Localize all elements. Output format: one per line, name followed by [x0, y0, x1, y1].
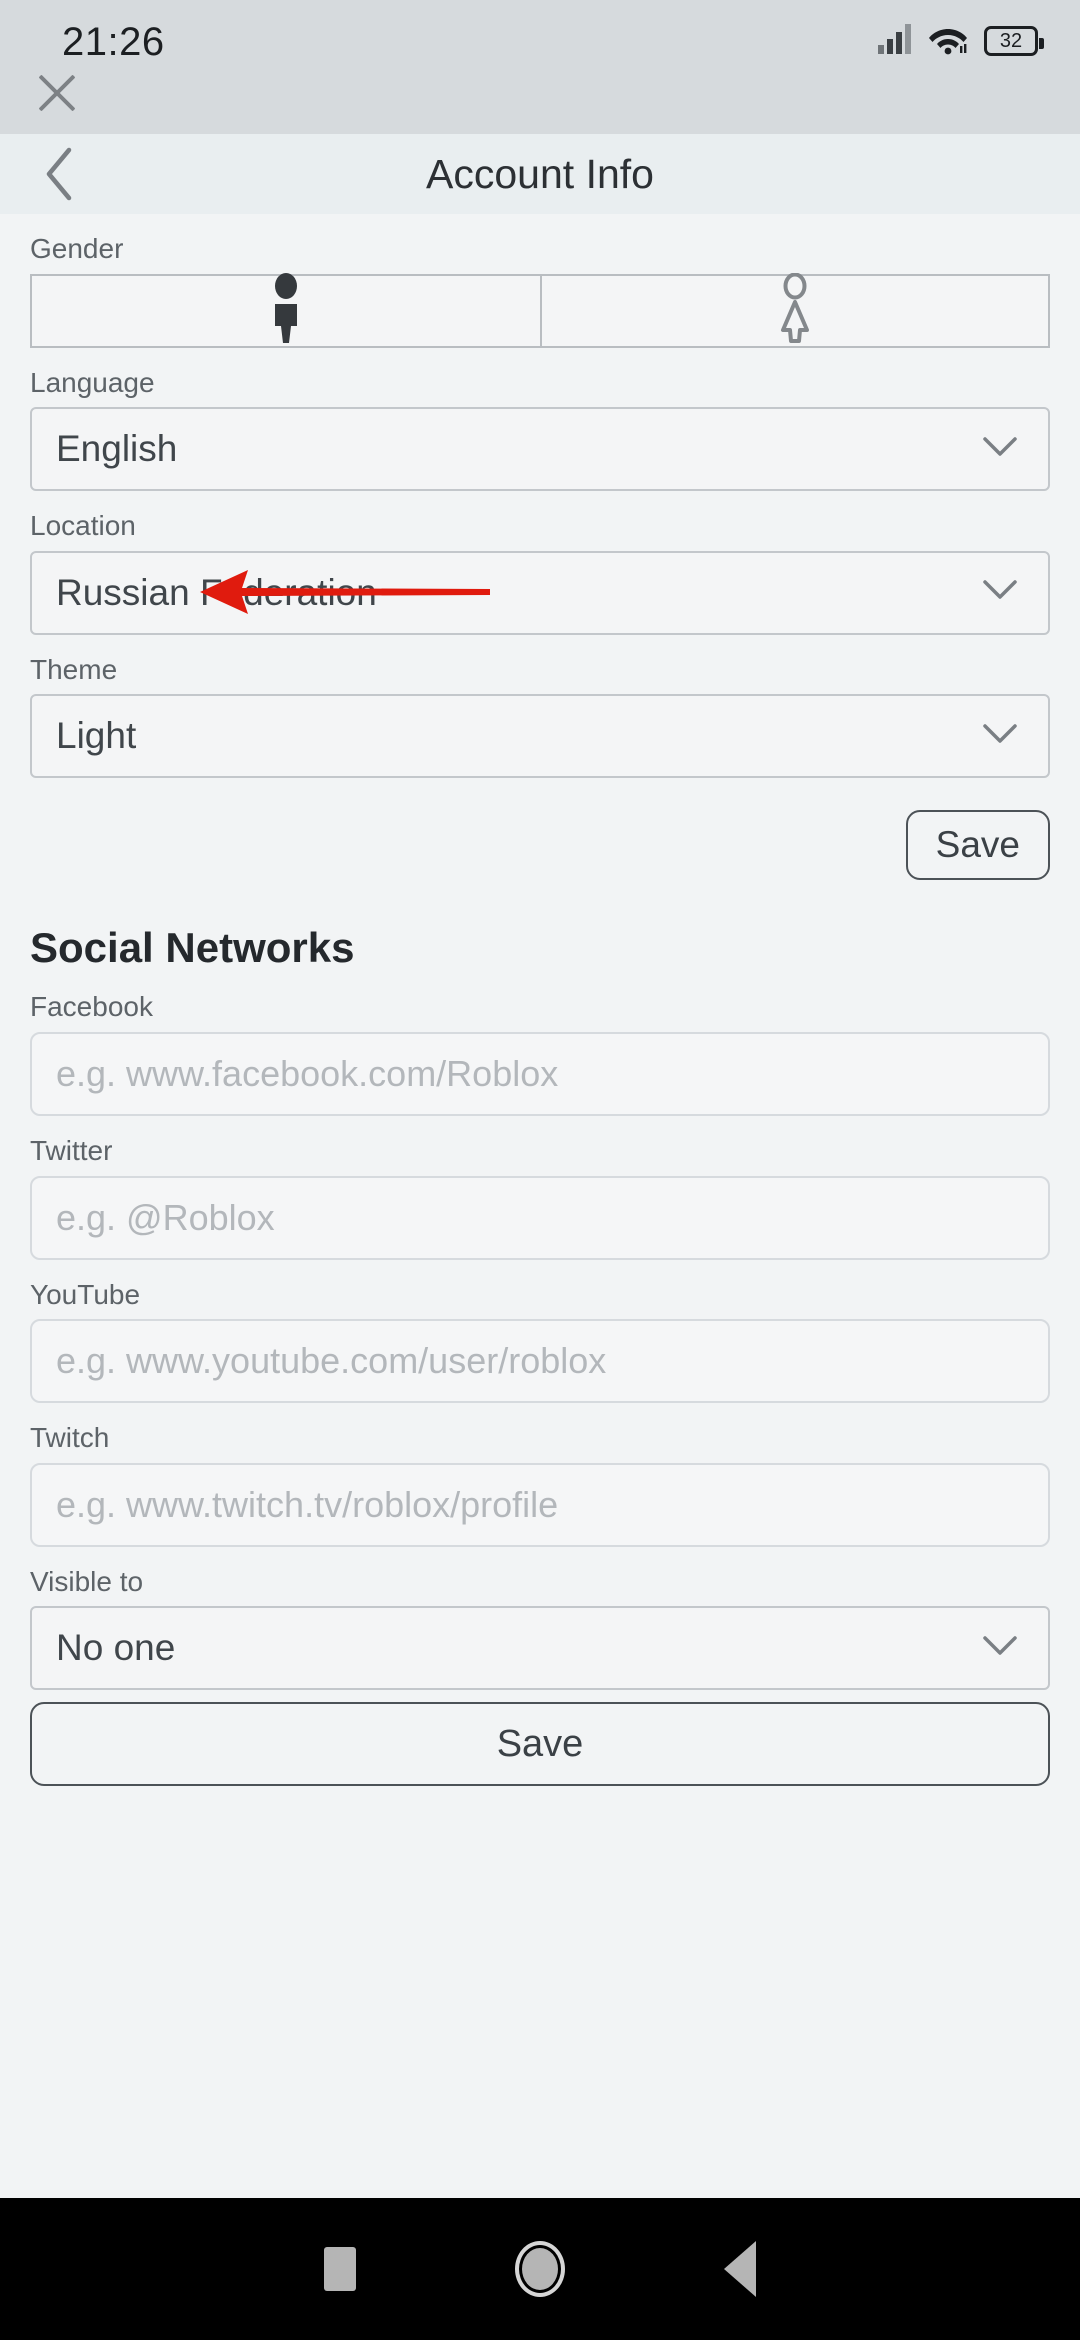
facebook-placeholder: e.g. www.facebook.com/Roblox	[56, 1052, 559, 1094]
twitch-placeholder: e.g. www.twitch.tv/roblox/profile	[56, 1483, 559, 1525]
gender-label: Gender	[30, 233, 124, 264]
battery-level-text: 32	[999, 30, 1023, 52]
facebook-input[interactable]: e.g. www.facebook.com/Roblox	[30, 1031, 1050, 1116]
male-figure-icon	[264, 273, 308, 348]
visible-to-dropdown[interactable]: No one	[30, 1606, 1050, 1691]
visible-to-label: Visible to	[30, 1565, 144, 1597]
facebook-label: Facebook	[30, 991, 153, 1023]
square-recents-icon	[324, 2247, 356, 2291]
theme-value: Light	[56, 715, 137, 757]
theme-dropdown[interactable]: Light	[30, 694, 1050, 779]
youtube-label: YouTube	[30, 1278, 141, 1310]
account-save-row: Save	[30, 810, 1050, 881]
settings-content: Gender Language English Location Russian…	[0, 214, 1080, 2198]
status-bar: 21:26 32	[0, 0, 1080, 134]
cellular-signal-icon	[878, 23, 912, 59]
android-nav-bar	[0, 2198, 1080, 2340]
status-time: 21:26	[62, 20, 165, 64]
page-title: Account Info	[426, 150, 654, 197]
theme-label: Theme	[30, 653, 118, 685]
save-account-info-button[interactable]: Save	[905, 810, 1050, 881]
female-figure-icon	[773, 272, 817, 348]
twitch-label: Twitch	[30, 1422, 110, 1454]
language-dropdown[interactable]: English	[30, 407, 1050, 492]
nav-home-button[interactable]	[440, 2241, 640, 2297]
twitter-placeholder: e.g. @Roblox	[56, 1196, 275, 1238]
chevron-down-icon	[982, 723, 1018, 750]
chevron-down-icon	[982, 579, 1018, 606]
status-icons: 32	[878, 18, 1044, 64]
location-dropdown[interactable]: Russian Federation	[30, 550, 1050, 635]
close-icon[interactable]	[28, 64, 86, 122]
battery-icon: 32	[984, 26, 1044, 56]
language-label: Language	[30, 366, 155, 398]
visible-to-value: No one	[56, 1627, 176, 1669]
phone-screen: 21:26 32 Account Info Gender Language En…	[0, 0, 1080, 2340]
chevron-down-icon	[982, 1635, 1018, 1662]
save-social-networks-button[interactable]: Save	[30, 1702, 1050, 1787]
nav-recents-button[interactable]	[240, 2247, 440, 2291]
circle-home-icon	[515, 2241, 565, 2297]
gender-option-male[interactable]	[32, 273, 540, 348]
app-header: Account Info	[0, 134, 1080, 214]
youtube-input[interactable]: e.g. www.youtube.com/user/roblox	[30, 1319, 1050, 1404]
nav-back-button[interactable]	[640, 2241, 840, 2297]
back-chevron-icon[interactable]	[34, 147, 84, 201]
youtube-placeholder: e.g. www.youtube.com/user/roblox	[56, 1340, 607, 1382]
location-label: Location	[30, 510, 136, 542]
location-value: Russian Federation	[56, 571, 377, 613]
wifi-icon	[928, 23, 968, 60]
gender-option-female[interactable]	[540, 272, 1048, 348]
gender-selector	[30, 272, 1050, 348]
twitter-input[interactable]: e.g. @Roblox	[30, 1175, 1050, 1260]
language-value: English	[56, 428, 178, 470]
social-networks-title: Social Networks	[30, 924, 355, 972]
chevron-down-icon	[982, 436, 1018, 463]
twitch-input[interactable]: e.g. www.twitch.tv/roblox/profile	[30, 1462, 1050, 1547]
triangle-back-icon	[724, 2241, 756, 2297]
twitter-label: Twitter	[30, 1134, 113, 1166]
